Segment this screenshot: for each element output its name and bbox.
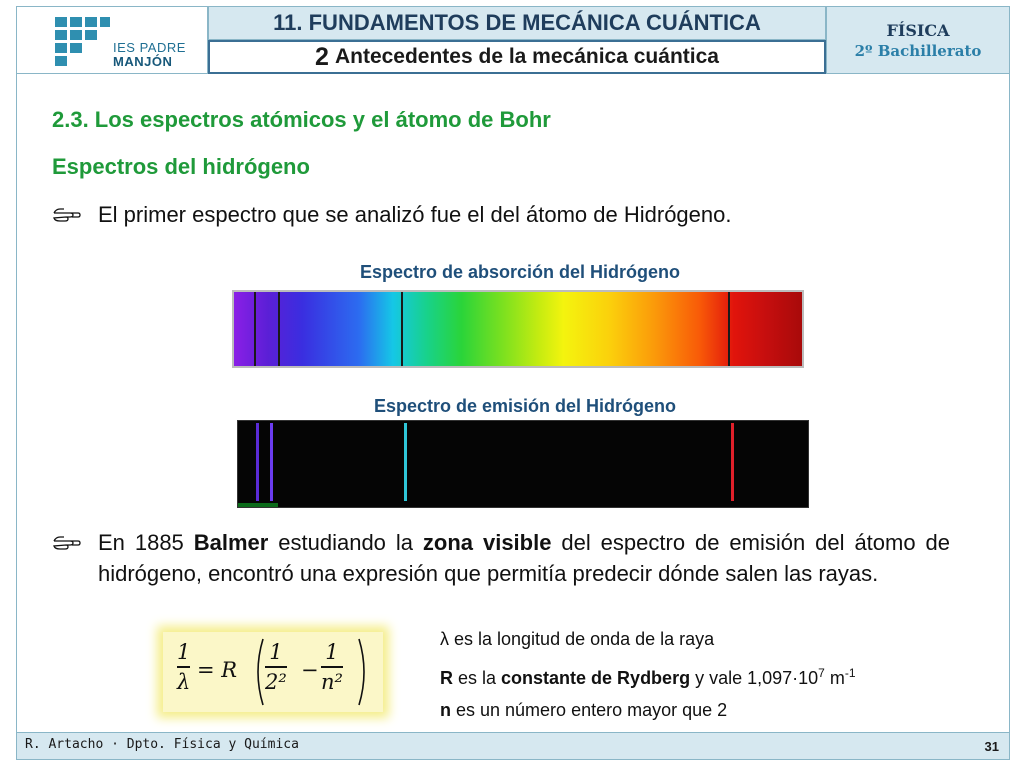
subject-block: FÍSICA 2º Bachillerato xyxy=(826,6,1010,74)
section-title: 2 Antecedentes de la mecánica cuántica xyxy=(208,40,826,74)
footer-author: R. Artacho · Dpto. Física y Química xyxy=(25,737,299,752)
logo-text-line1: IES PADRE xyxy=(113,40,186,55)
formula-right-paren xyxy=(358,638,365,706)
emission-edge-mark xyxy=(238,503,278,507)
absorption-line-violet xyxy=(254,292,256,366)
pointing-hand-icon xyxy=(52,204,82,226)
emission-spectrum xyxy=(237,420,809,508)
balmer-name: Balmer xyxy=(193,530,269,555)
page-number: 31 xyxy=(984,739,999,754)
emission-label: Espectro de emisión del Hidrógeno xyxy=(373,396,677,416)
emission-line-blue xyxy=(270,423,273,501)
lambda-symbol: λ xyxy=(440,629,449,649)
unit-title: 11. FUNDAMENTOS DE MECÁNICA CUÁNTICA xyxy=(208,6,826,40)
legend-n: n es un número entero mayor que 2 xyxy=(440,700,728,720)
section-number: 2 xyxy=(315,42,329,71)
absorption-label: Espectro de absorción del Hidrógeno xyxy=(359,262,681,282)
title-block: 11. FUNDAMENTOS DE MECÁNICA CUÁNTICA 2 A… xyxy=(208,6,826,74)
section-heading: 2.3. Los espectros atómicos y el átomo d… xyxy=(52,107,551,132)
absorption-line-blue xyxy=(401,292,403,366)
logo-text-line2: MANJÓN xyxy=(113,54,173,69)
course-name: 2º Bachillerato xyxy=(854,41,982,60)
pointing-hand-icon xyxy=(52,531,82,553)
slide-footer: R. Artacho · Dpto. Física y Química 31 xyxy=(16,732,1010,760)
bullet-first-text: El primer espectro que se analizó fue el… xyxy=(98,202,732,227)
formula-expression: 1 λ = R 1 2² − 1 n² xyxy=(163,632,383,712)
visible-zone-term: zona visible xyxy=(422,530,552,555)
legend-lambda: λ es la longitud de onda de la raya xyxy=(440,629,715,649)
subject-name: FÍSICA xyxy=(886,20,950,40)
school-logo: IES PADRE MANJÓN xyxy=(16,6,208,74)
r-symbol: R xyxy=(440,668,453,688)
formula-left-paren xyxy=(257,638,264,706)
absorption-spectrum xyxy=(232,290,804,368)
formula-lhs: 1 λ xyxy=(177,640,191,694)
absorption-line-red xyxy=(728,292,730,366)
bullet-first-spectrum: El primer espectro que se analizó fue el… xyxy=(52,202,731,228)
absorption-line-indigo xyxy=(278,292,280,366)
n-symbol: n xyxy=(440,700,451,720)
logo-grid-icon xyxy=(55,17,111,66)
formula-term2: 1 n² xyxy=(321,640,343,694)
formula-equals-r: = R xyxy=(197,658,238,682)
emission-line-cyan xyxy=(404,423,407,501)
balmer-formula: 1 λ = R 1 2² − 1 n² xyxy=(163,632,383,712)
slide-header: IES PADRE MANJÓN 11. FUNDAMENTOS DE MECÁ… xyxy=(16,6,1010,74)
formula-term1: 1 2² xyxy=(265,640,287,694)
balmer-text: En 1885 Balmer estudiando la zona visibl… xyxy=(98,530,951,586)
emission-line-red xyxy=(731,423,734,501)
formula-minus: − xyxy=(301,658,319,682)
emission-line-violet xyxy=(256,423,259,501)
sub-heading: Espectros del hidrógeno xyxy=(52,154,310,179)
section-title-text: Antecedentes de la mecánica cuántica xyxy=(334,45,719,68)
legend-rydberg: R es la constante de Rydberg y vale 1,09… xyxy=(440,666,856,688)
bullet-balmer: En 1885 Balmer estudiando la zona visibl… xyxy=(52,527,954,589)
rydberg-term: constante de Rydberg xyxy=(501,668,691,688)
